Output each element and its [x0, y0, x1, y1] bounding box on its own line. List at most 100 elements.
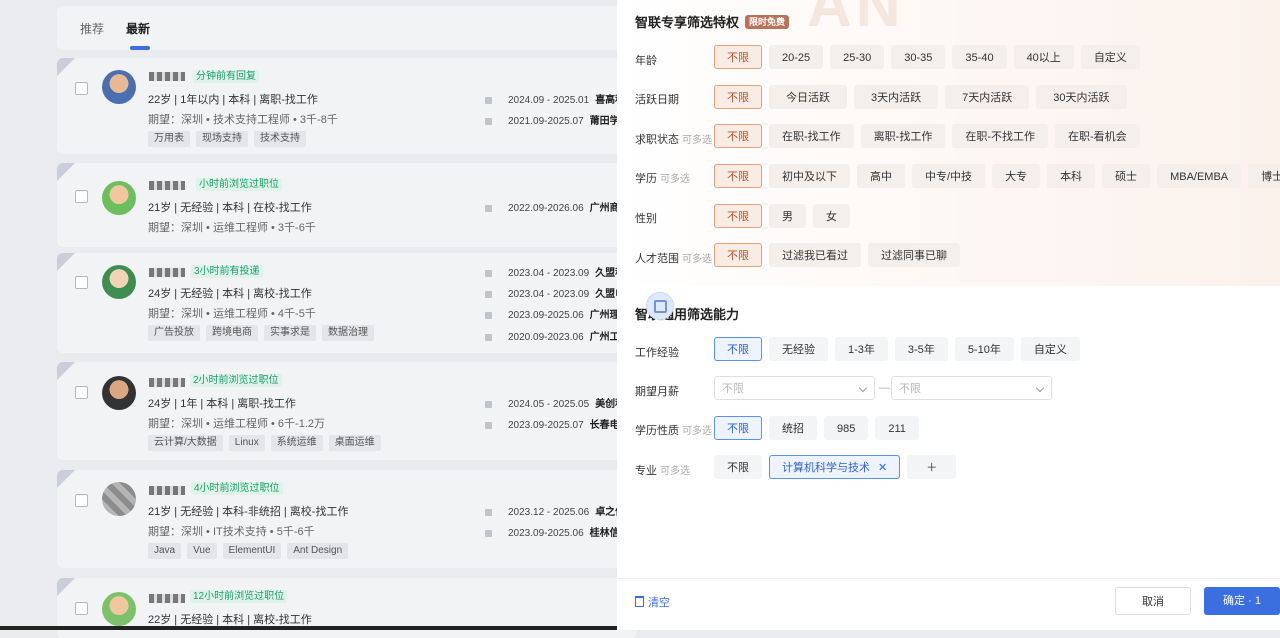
list-tabs: 推荐 最新 — [57, 6, 637, 50]
skill-tags: 广告投放 跨境电商 实事求是 数据治理 — [148, 324, 380, 341]
option-edu[interactable]: 初中及以下 — [769, 164, 850, 188]
option-age-custom[interactable]: 自定义 — [1080, 45, 1140, 69]
add-major-button[interactable]: ＋ — [907, 455, 957, 479]
candidate-name-blurred — [149, 594, 185, 603]
option-status[interactable]: 离职-找工作 — [860, 124, 946, 148]
candidate-card[interactable]: 分钟前有回复 22岁 | 1年以内 | 本科 | 离职-找工作 期望：深圳 • … — [57, 58, 637, 154]
salary-min-select[interactable]: 不限 — [714, 376, 875, 400]
option-edutype[interactable]: 985 — [824, 416, 869, 440]
option-active[interactable]: 7天内活跃 — [945, 85, 1030, 109]
status-badge: 3小时前有投递 — [191, 265, 263, 278]
option-exp[interactable]: 5-10年 — [954, 337, 1014, 361]
select-checkbox[interactable] — [75, 494, 88, 507]
cancel-button[interactable]: 取消 — [1115, 587, 1191, 615]
skill-tag: 现场支持 — [196, 131, 248, 147]
filter-label-gender: 性别 — [635, 213, 657, 225]
multi-select-hint: 可多选 — [660, 174, 690, 185]
status-badge: 小时前浏览过职位 — [196, 178, 282, 191]
candidate-card[interactable]: 3小时前有投递 24岁 | 无经验 | 本科 | 离校-找工作 期望：深圳 • … — [57, 253, 637, 353]
filter-label-major: 专业 可多选 — [635, 465, 690, 477]
option-gender-female[interactable]: 女 — [813, 204, 850, 228]
option-active[interactable]: 3天内活跃 — [854, 85, 939, 109]
option-scope-unlimited[interactable]: 不限 — [714, 243, 762, 267]
salary-max-select[interactable]: 不限 — [891, 376, 1052, 400]
skill-tags: 云计算/大数据 Linux 系统运维 桌面运维 — [148, 434, 387, 451]
option-active-unlimited[interactable]: 不限 — [714, 85, 762, 109]
option-edu[interactable]: 高中 — [857, 164, 905, 188]
option-gender-unlimited[interactable]: 不限 — [714, 204, 762, 228]
candidate-card[interactable]: 4小时前浏览过职位 21岁 | 无经验 | 本科-非统招 | 离校-找工作 期望… — [57, 470, 637, 568]
option-status[interactable]: 在职-看机会 — [1055, 124, 1140, 148]
select-checkbox[interactable] — [75, 190, 88, 203]
education-row: 2021.09-2025.07 莆田学 — [485, 112, 620, 127]
option-exp[interactable]: 1-3年 — [835, 337, 888, 361]
exclusive-section-title: 智联专享筛选特权 限时免费 — [635, 12, 790, 31]
experience-row: 2023.04 - 2023.09 久盟电 — [485, 285, 625, 300]
tab-recommend[interactable]: 推荐 — [80, 20, 104, 37]
option-status[interactable]: 在职-不找工作 — [952, 124, 1049, 148]
option-scope-filter-viewed[interactable]: 过滤我已看过 — [769, 243, 861, 267]
option-exp-unlimited[interactable]: 不限 — [714, 337, 762, 361]
building-icon — [485, 96, 492, 104]
select-checkbox[interactable] — [75, 82, 88, 95]
option-age[interactable]: 40以上 — [1013, 45, 1074, 69]
option-gender-male[interactable]: 男 — [769, 204, 806, 228]
skill-tags: Java Vue ElementUI Ant Design — [148, 542, 354, 559]
option-edu[interactable]: 本科 — [1047, 164, 1096, 188]
graduation-cap-icon — [485, 204, 492, 212]
option-scope-filter-colleague[interactable]: 过滤同事已聊 — [868, 243, 960, 267]
close-icon[interactable]: ✕ — [878, 462, 887, 474]
select-checkbox[interactable] — [75, 276, 88, 289]
option-edutype[interactable]: 统招 — [769, 416, 817, 440]
status-badge: 分钟前有回复 — [193, 70, 259, 83]
work-experience-options: 不限 无经验 1-3年 3-5年 5-10年 自定义 — [714, 337, 1080, 361]
option-exp[interactable]: 无经验 — [769, 337, 828, 361]
chevron-down-icon — [1035, 383, 1045, 393]
confirm-button[interactable]: 确定 · 1 — [1204, 587, 1280, 615]
salary-range-separator: — — [879, 382, 890, 394]
option-edutype[interactable]: 211 — [875, 416, 919, 440]
option-major-unlimited[interactable]: 不限 — [714, 455, 762, 479]
skill-tag: 万用表 — [148, 131, 190, 147]
skill-tag: Java — [148, 543, 182, 559]
option-edu[interactable]: 硕士 — [1102, 164, 1151, 188]
skill-tag: Ant Design — [287, 543, 349, 559]
selected-major-chip[interactable]: 计算机科学与技术 ✕ — [769, 455, 901, 479]
filter-label-work-experience: 工作经验 — [635, 347, 679, 359]
option-edu[interactable]: 大专 — [992, 164, 1041, 188]
experience-row: 2023.12 - 2025.06 卓之信 — [485, 503, 625, 518]
candidate-card[interactable]: 小时前浏览过职位 21岁 | 无经验 | 本科 | 在校-找工作 期望：深圳 •… — [57, 163, 637, 247]
option-age-unlimited[interactable]: 不限 — [714, 45, 762, 69]
avatar — [102, 181, 136, 215]
select-checkbox[interactable] — [75, 386, 88, 399]
option-edu-unlimited[interactable]: 不限 — [714, 164, 762, 188]
option-active[interactable]: 今日活跃 — [769, 85, 847, 109]
option-edu[interactable]: MBA/EMBA — [1157, 164, 1242, 188]
clear-button[interactable]: 清空 — [635, 594, 670, 610]
option-age[interactable]: 20-25 — [769, 45, 824, 69]
candidate-basic-info: 24岁 | 1年 | 本科 | 离职-找工作 — [148, 398, 296, 410]
option-age[interactable]: 25-30 — [830, 45, 885, 69]
option-status-unlimited[interactable]: 不限 — [714, 124, 762, 148]
filter-label-talent-scope: 人才范围 可多选 — [635, 253, 712, 265]
option-status[interactable]: 在职-找工作 — [769, 124, 854, 148]
option-active[interactable]: 30天内活跃 — [1036, 85, 1127, 109]
candidate-basic-info: 21岁 | 无经验 | 本科 | 在校-找工作 — [148, 202, 312, 214]
candidate-card[interactable]: 2小时前浏览过职位 24岁 | 1年 | 本科 | 离职-找工作 期望：深圳 •… — [57, 362, 637, 460]
candidate-name-blurred — [149, 378, 185, 387]
multi-select-hint: 可多选 — [682, 254, 712, 265]
floating-assistant-button[interactable] — [646, 292, 674, 320]
option-age[interactable]: 30-35 — [891, 45, 946, 69]
option-edu[interactable]: 中专/中技 — [912, 164, 986, 188]
select-checkbox[interactable] — [75, 602, 88, 615]
option-age[interactable]: 35-40 — [952, 45, 1007, 69]
tab-latest[interactable]: 最新 — [126, 20, 150, 37]
option-edutype-unlimited[interactable]: 不限 — [714, 416, 762, 440]
option-exp-custom[interactable]: 自定义 — [1020, 337, 1080, 361]
option-edu[interactable]: 博士 — [1248, 164, 1280, 188]
skill-tag: 实事求是 — [264, 325, 316, 341]
option-exp[interactable]: 3-5年 — [894, 337, 948, 361]
graduation-cap-icon — [485, 117, 492, 125]
education-row: 2023.09-2025.06 桂林信 — [485, 524, 620, 539]
graduation-cap-icon — [485, 311, 492, 319]
